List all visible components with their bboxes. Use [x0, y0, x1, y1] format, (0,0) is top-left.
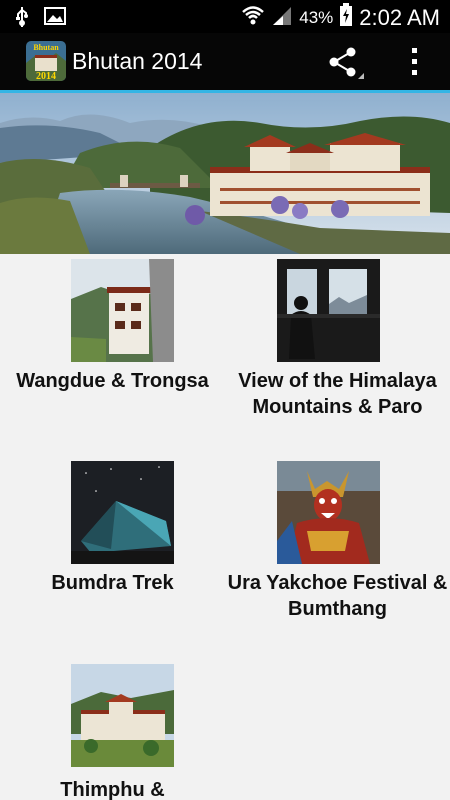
album-tile-wangdue-trongsa[interactable]: Wangdue & Trongsa [0, 254, 225, 454]
battery-charging-icon [339, 3, 353, 32]
album-thumbnail[interactable] [277, 461, 380, 564]
action-bar: Bhutan 2014 Bhutan 2014 [0, 33, 450, 90]
share-button[interactable] [320, 41, 368, 83]
app-icon[interactable]: Bhutan 2014 [26, 41, 66, 81]
album-title: Thimphu & [60, 779, 165, 800]
album-thumbnail[interactable] [71, 259, 174, 362]
overflow-menu-icon [398, 48, 432, 87]
hero-banner-image [0, 93, 450, 254]
album-thumbnail[interactable] [71, 664, 174, 767]
album-title: View of the Himalaya Mountains & Paro [238, 370, 437, 418]
album-thumbnail[interactable] [277, 259, 380, 362]
battery-percent: 43% [299, 7, 334, 27]
album-title: Bumdra Trek [51, 572, 174, 594]
signal-icon [271, 4, 293, 31]
album-thumbnail[interactable] [71, 461, 174, 564]
status-bar: 43% 2:02 AM [0, 0, 450, 33]
album-tile-himalaya-paro[interactable]: View of the Himalaya Mountains & Paro [225, 254, 450, 454]
album-tile-bumdra-trek[interactable]: Bumdra Trek [0, 459, 225, 659]
album-title: Wangdue & Trongsa [16, 370, 209, 392]
clock: 2:02 AM [359, 4, 440, 30]
image-icon [44, 6, 66, 33]
wifi-icon [241, 3, 265, 32]
album-tile-thimphu[interactable]: Thimphu & [0, 659, 225, 800]
album-title: Ura Yakchoe Festival & Bumthang [227, 572, 448, 620]
app-icon-year: 2014 [36, 71, 56, 81]
album-tile-ura-yakchoe-bumthang[interactable]: Ura Yakchoe Festival & Bumthang [225, 459, 450, 659]
overflow-menu-button[interactable] [398, 41, 432, 83]
app-title: Bhutan 2014 [72, 48, 203, 74]
share-icon [320, 47, 368, 87]
app-icon-text: Bhutan [33, 43, 59, 52]
usb-icon [14, 6, 30, 33]
album-grid: Wangdue & Trongsa View of the Himalaya M… [0, 254, 450, 800]
